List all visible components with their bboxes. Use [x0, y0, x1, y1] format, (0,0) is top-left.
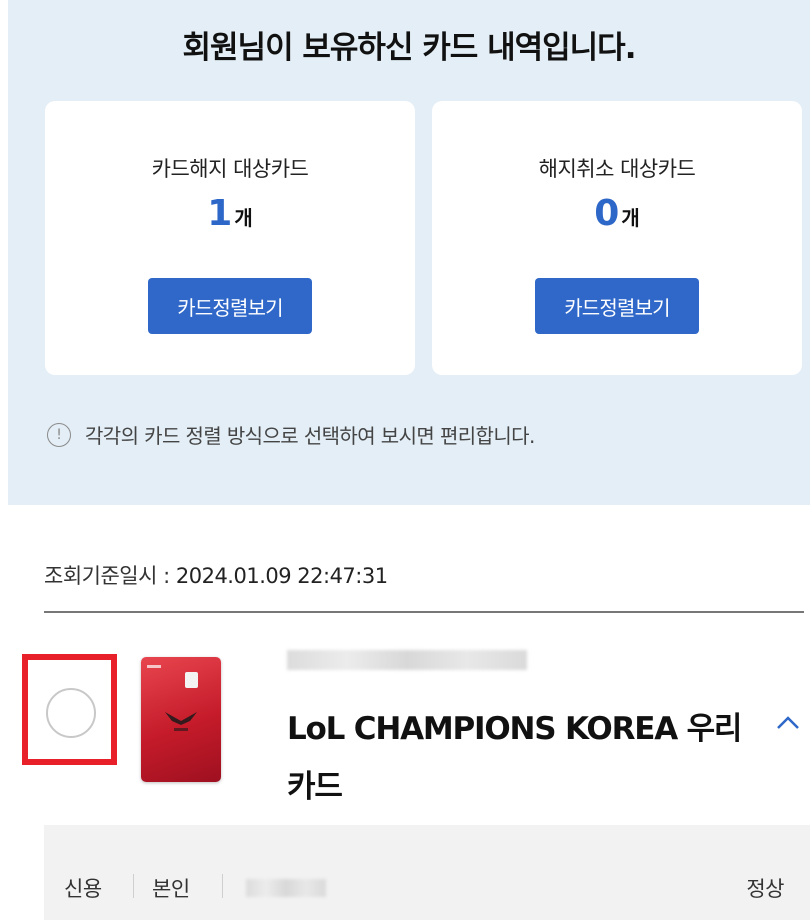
card-holder: 본인 [152, 877, 190, 901]
info-icon: ! [47, 422, 71, 447]
card-thumbnail [141, 657, 221, 782]
cancel-target-count-number: 1 [207, 193, 233, 234]
card-product-name: LoL CHAMPIONS KOREA 우리 카드 [287, 711, 742, 805]
undo-cancel-target-label: 해지취소 대상카드 [538, 157, 696, 181]
sort-notice: ! 각각의 카드 정렬 방식으로 선택하여 보시면 편리합니다. [47, 420, 535, 449]
owner-name-redacted [246, 879, 326, 897]
query-timestamp-value: 2024.01.09 22:47:31 [175, 564, 388, 588]
cancel-target-sort-button[interactable]: 카드정렬보기 [148, 278, 312, 334]
card-detail-bar: 신용 본인 정상 [44, 825, 810, 920]
undo-cancel-target-count-unit: 개 [621, 206, 640, 230]
undo-cancel-target-card-box: 해지취소 대상카드 0개 카드정렬보기 [432, 101, 802, 375]
chevron-up-icon[interactable] [775, 713, 801, 733]
separator [222, 874, 223, 898]
undo-cancel-target-sort-button[interactable]: 카드정렬보기 [535, 278, 699, 334]
lck-logo-icon [165, 712, 197, 731]
separator [133, 874, 134, 898]
cancel-target-label: 카드해지 대상카드 [151, 157, 309, 181]
cancel-target-count: 1개 [45, 193, 415, 234]
card-summary-panel: 회원님이 보유하신 카드 내역입니다. 카드해지 대상카드 1개 카드정렬보기 … [8, 0, 810, 505]
query-timestamp: 조회기준일시 : 2024.01.09 22:47:31 [44, 560, 388, 590]
cancel-target-count-unit: 개 [234, 206, 253, 230]
card-type: 신용 [64, 877, 102, 901]
card-select-radio[interactable] [46, 688, 96, 738]
cancel-target-card-box: 카드해지 대상카드 1개 카드정렬보기 [45, 101, 415, 375]
section-divider [44, 611, 804, 613]
card-number-redacted [287, 650, 527, 670]
undo-cancel-target-count: 0개 [432, 193, 802, 234]
card-chip [185, 672, 198, 688]
card-brand-mark [147, 665, 161, 668]
card-status: 정상 [746, 877, 784, 901]
undo-cancel-target-count-number: 0 [594, 193, 620, 234]
query-timestamp-label: 조회기준일시 : [44, 564, 176, 588]
sort-notice-text: 각각의 카드 정렬 방식으로 선택하여 보시면 편리합니다. [85, 424, 535, 448]
page-title: 회원님이 보유하신 카드 내역입니다. [182, 30, 637, 66]
